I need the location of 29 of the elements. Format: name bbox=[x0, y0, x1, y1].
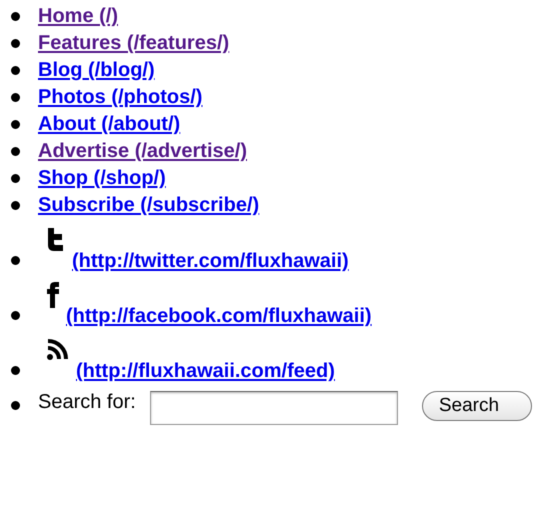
social-link[interactable]: (http://twitter.com/fluxhawaii) bbox=[54, 249, 349, 274]
search-label: Search for: bbox=[38, 391, 136, 414]
bullet bbox=[11, 311, 20, 320]
social-link[interactable]: (http://facebook.com/fluxhawaii) bbox=[48, 304, 372, 329]
nav-link[interactable]: Home (/) bbox=[38, 5, 118, 28]
f-icon bbox=[46, 282, 60, 308]
nav-link[interactable]: Shop (/shop/) bbox=[38, 167, 166, 190]
bullet bbox=[11, 66, 20, 75]
nav-link[interactable]: Advertise (/advertise/) bbox=[38, 140, 247, 163]
bullet bbox=[11, 39, 20, 48]
nav-link[interactable]: Photos (/photos/) bbox=[38, 86, 202, 109]
bullet bbox=[11, 12, 20, 21]
bullet bbox=[11, 256, 20, 265]
nav-link[interactable]: About (/about/) bbox=[38, 113, 180, 136]
bullet bbox=[11, 401, 20, 410]
bullet bbox=[11, 93, 20, 102]
search-button[interactable]: Search bbox=[422, 391, 532, 421]
nav-link[interactable]: Subscribe (/subscribe/) bbox=[38, 194, 260, 217]
nav-link[interactable]: Features (/features/) bbox=[38, 32, 230, 55]
nav-link[interactable]: Blog (/blog/) bbox=[38, 59, 155, 82]
bullet bbox=[11, 201, 20, 210]
rss-icon bbox=[46, 337, 70, 361]
search-field[interactable] bbox=[150, 391, 398, 425]
bullet bbox=[11, 120, 20, 129]
social-link[interactable]: (http://fluxhawaii.com/feed) bbox=[58, 359, 335, 384]
bullet bbox=[11, 174, 20, 183]
bullet bbox=[11, 366, 20, 375]
bullet bbox=[11, 147, 20, 156]
t-icon bbox=[46, 227, 66, 251]
